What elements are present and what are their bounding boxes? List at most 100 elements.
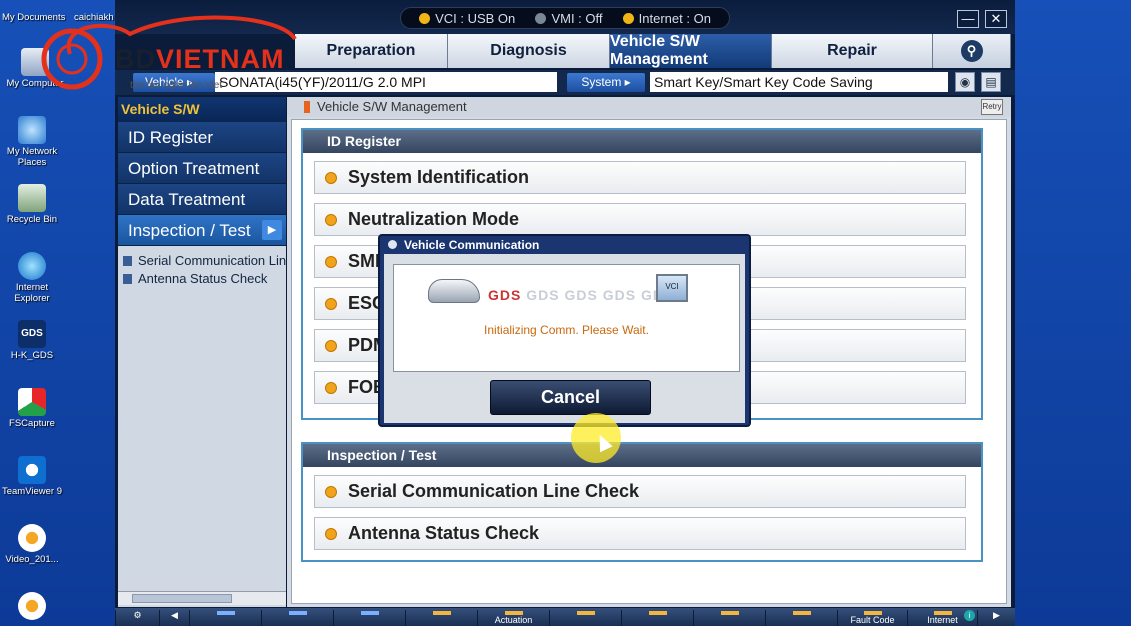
dialog-title: Vehicle Communication — [380, 236, 749, 254]
sidebar-item-id-register[interactable]: ID Register — [118, 122, 286, 153]
search-button[interactable]: ⚲ — [933, 34, 1011, 68]
bottom-toolbar: ⚙ ◀ Actuation Fault Code Internet i ▶ — [115, 608, 1015, 626]
vci-device-icon: VCI — [656, 274, 688, 302]
sidebar: Vehicle S/W Management ID Register Optio… — [118, 97, 286, 607]
orange-bullet-icon — [325, 486, 337, 498]
toolbar-slot-2[interactable] — [261, 610, 333, 626]
toolbar-slot-1[interactable] — [189, 610, 261, 626]
system-field[interactable]: Smart Key/Smart Key Code Saving — [650, 72, 948, 92]
header-marker — [304, 101, 310, 113]
dialog-message: Initializing Comm. Please Wait. — [484, 323, 649, 337]
orange-bullet-icon — [325, 340, 337, 352]
sidebar-item-option-treatment[interactable]: Option Treatment — [118, 153, 286, 184]
main-tabs: Preparation Diagnosis Vehicle S/W Manage… — [295, 33, 1013, 68]
orange-bullet-icon — [325, 382, 337, 394]
network-icon — [18, 116, 46, 144]
toolbar-prev-button[interactable]: ◀ — [159, 610, 189, 626]
menu-row-neutralization-mode[interactable]: Neutralization Mode — [314, 203, 966, 236]
ie-icon — [18, 252, 46, 280]
orange-bullet-icon — [325, 256, 337, 268]
toolbar-slot-4[interactable] — [405, 610, 477, 626]
gds-progress-logo: GDS GDS GDS GDS GDS — [488, 287, 673, 303]
toolbar-slot-6[interactable] — [549, 610, 621, 626]
minimize-button[interactable]: — — [957, 10, 979, 28]
sidebar-item-data-treatment[interactable]: Data Treatment — [118, 184, 286, 215]
teamviewer-icon — [18, 456, 46, 484]
vmi-status-dot — [535, 12, 547, 24]
desktop-left: My Documents caichiakh My Computer My Ne… — [0, 0, 115, 626]
desktop-icon-my-computer[interactable]: My Computer — [0, 48, 70, 89]
main-panel-header: Vehicle S/W Management Retry — [287, 97, 1011, 117]
vci-status-dot — [419, 12, 431, 24]
desktop-icon-video[interactable]: Video_201... — [0, 524, 67, 565]
desktop-icon-recycle-bin[interactable]: Recycle Bin — [0, 184, 67, 225]
desktop-icon-teamviewer[interactable]: TeamViewer 9 — [0, 456, 67, 497]
vehicle-field[interactable]: SONATA(i45(YF)/2011/G 2.0 MPI — [215, 72, 557, 92]
vehicle-communication-dialog: Vehicle Communication GDS GDS GDS GDS GD… — [378, 234, 751, 427]
desktop-label-my-documents[interactable]: My Documents — [2, 12, 65, 23]
document-icon — [123, 274, 132, 284]
orange-bullet-icon — [325, 172, 337, 184]
sidebar-subitem-antenna-status[interactable]: Antenna Status Check — [123, 270, 286, 288]
fscapture-icon — [18, 388, 46, 416]
toolbar-next-button[interactable]: ▶ — [977, 610, 1015, 626]
inspection-test-section: Inspection / Test Serial Communication L… — [301, 442, 983, 562]
section-title-id-register: ID Register — [303, 130, 981, 153]
menu-row-antenna-status-check[interactable]: Antenna Status Check — [314, 517, 966, 550]
sidebar-scrollbar[interactable] — [118, 591, 286, 605]
toolbar-slot-9[interactable] — [765, 610, 837, 626]
system-button[interactable]: System ▸ — [567, 73, 645, 92]
toolbar-slot-7[interactable] — [621, 610, 693, 626]
desktop-icon-gds[interactable]: GDS H-K_GDS — [0, 320, 67, 361]
toolbar-slot-fault-code[interactable]: Fault Code — [837, 610, 907, 626]
section-title-inspection-test: Inspection / Test — [303, 444, 981, 467]
connection-status-bar: VCI : USB On VMI : Off Internet : On — [400, 7, 730, 29]
close-button[interactable]: ✕ — [985, 10, 1007, 28]
desktop-label-user[interactable]: caichiakh — [74, 12, 114, 23]
toolbar-slot-8[interactable] — [693, 610, 765, 626]
menu-row-system-identification[interactable]: System Identification — [314, 161, 966, 194]
document-icon — [123, 256, 132, 266]
desktop-icon-video-2[interactable] — [0, 592, 67, 622]
search-icon: ⚲ — [960, 40, 983, 62]
chevron-right-icon: ▶ — [262, 220, 282, 240]
title-bar: VCI : USB On VMI : Off Internet : On — ✕ — [115, 0, 1015, 34]
camera-icon[interactable]: ◉ — [955, 72, 975, 92]
desktop-icon-fscapture[interactable]: FSCapture — [0, 388, 67, 429]
video-icon — [18, 524, 46, 552]
info-badge-icon: i — [964, 610, 975, 621]
internet-status-dot — [622, 12, 634, 24]
tools-icon[interactable]: ⚙ — [115, 610, 159, 626]
internet-status: Internet : On — [622, 11, 711, 26]
tab-preparation[interactable]: Preparation — [295, 34, 448, 68]
sidebar-sublist: Serial Communication Line Check Antenna … — [118, 246, 286, 288]
desktop-icon-network[interactable]: My Network Places — [0, 116, 67, 168]
desktop-right — [1015, 0, 1131, 626]
gds-icon: GDS — [18, 320, 46, 348]
print-icon[interactable]: ▤ — [981, 72, 1001, 92]
tab-diagnosis[interactable]: Diagnosis — [448, 34, 610, 68]
recycle-bin-icon — [18, 184, 46, 212]
tab-repair[interactable]: Repair — [772, 34, 933, 68]
watermark-brand: BDVIETNAM — [115, 44, 285, 74]
toolbar-slot-actuation[interactable]: Actuation — [477, 610, 549, 626]
desktop-icon-internet-explorer[interactable]: Internet Explorer — [0, 252, 67, 304]
sidebar-title: Vehicle S/W Management — [118, 97, 286, 142]
sidebar-subitem-serial-communication[interactable]: Serial Communication Line Check — [123, 252, 286, 270]
scroll-thumb[interactable] — [132, 594, 232, 603]
toolbar-slot-3[interactable] — [333, 610, 405, 626]
watermark-subtitle: the fan nghe tho Viet — [130, 80, 223, 91]
vmi-status: VMI : Off — [535, 11, 603, 26]
computer-icon — [21, 48, 49, 76]
dialog-icon — [388, 240, 397, 249]
dialog-body: GDS GDS GDS GDS GDS VCI Initializing Com… — [384, 254, 745, 423]
cancel-button[interactable]: Cancel — [490, 380, 651, 415]
tab-vehicle-sw-management[interactable]: Vehicle S/W Management — [610, 33, 772, 68]
car-icon — [428, 279, 480, 303]
dialog-progress-panel: GDS GDS GDS GDS GDS VCI Initializing Com… — [393, 264, 740, 372]
video-icon — [18, 592, 46, 620]
sidebar-item-inspection-test[interactable]: Inspection / Test ▶ — [118, 215, 286, 246]
orange-bullet-icon — [325, 528, 337, 540]
retry-button[interactable]: Retry — [981, 99, 1003, 115]
menu-row-serial-communication-line-check[interactable]: Serial Communication Line Check — [314, 475, 966, 508]
